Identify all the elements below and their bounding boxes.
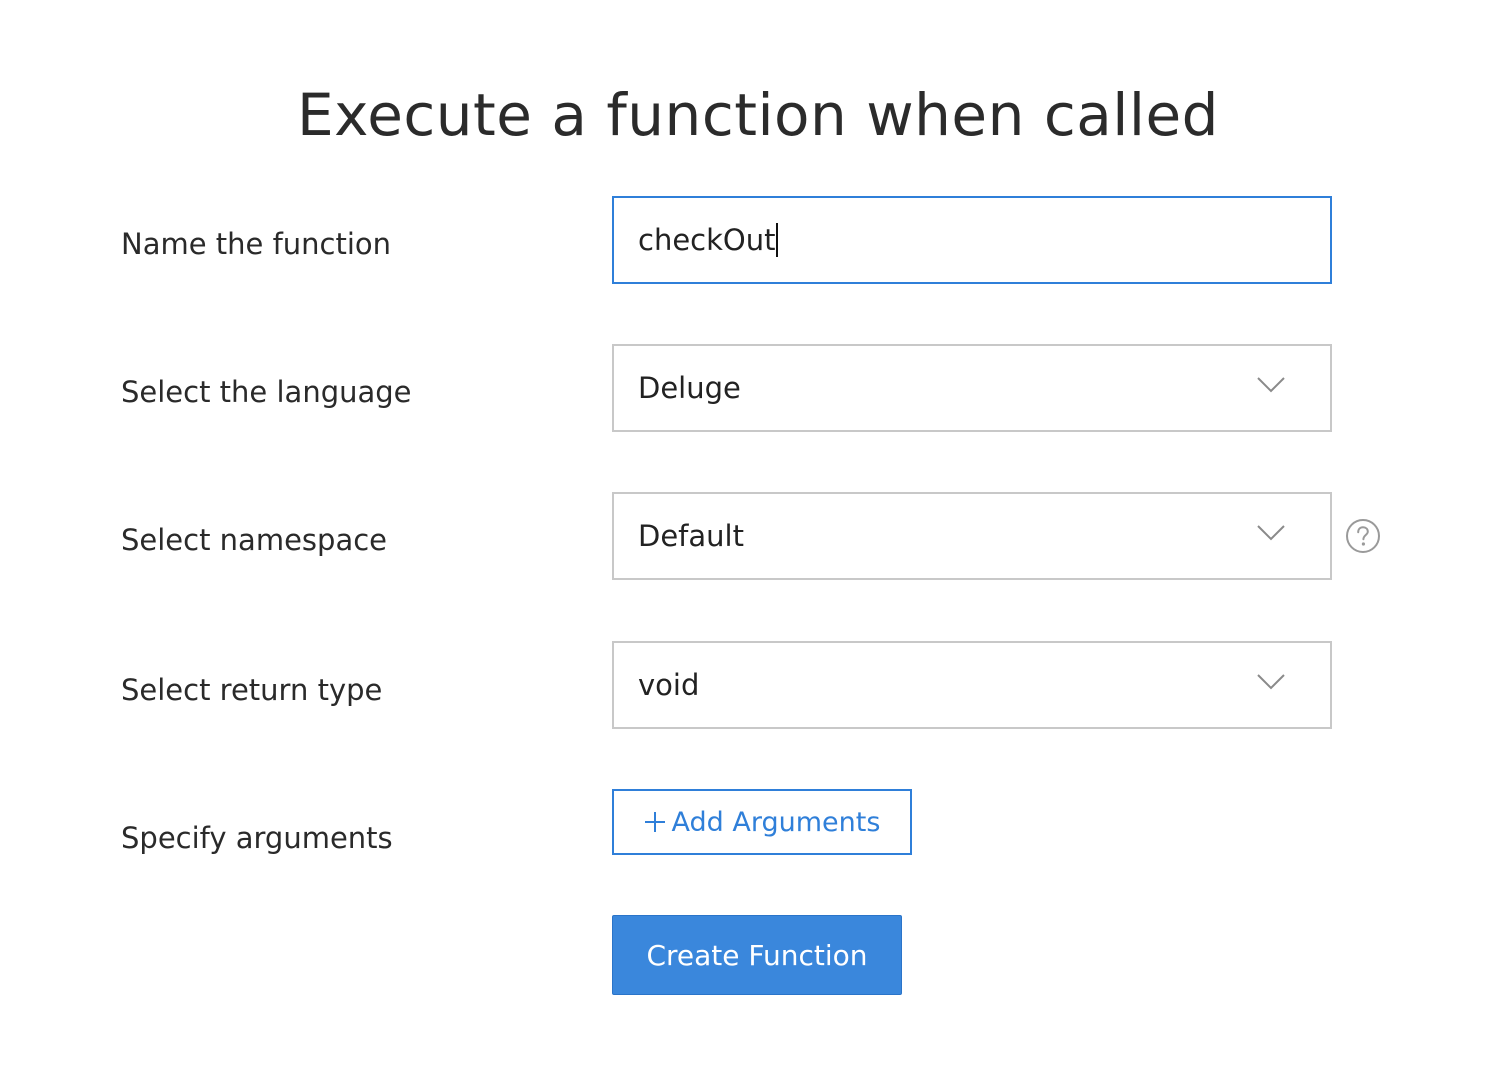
create-function-button[interactable]: Create Function — [612, 915, 902, 995]
chevron-down-icon — [1257, 674, 1285, 690]
namespace-label: Select namespace — [121, 523, 387, 557]
language-select[interactable]: Deluge — [612, 344, 1332, 432]
chevron-down-icon — [1257, 525, 1285, 541]
text-caret — [776, 223, 779, 257]
arguments-label: Specify arguments — [121, 821, 393, 855]
plus-icon — [644, 812, 665, 832]
help-circle-icon[interactable] — [1345, 518, 1381, 554]
language-label: Select the language — [121, 375, 412, 409]
return-type-select[interactable]: void — [612, 641, 1332, 729]
return-type-selected-value: void — [638, 668, 700, 702]
page-title: Execute a function when called — [297, 80, 1219, 149]
return-type-label: Select return type — [121, 673, 383, 707]
chevron-down-icon — [1257, 377, 1285, 393]
create-function-label: Create Function — [646, 938, 868, 972]
namespace-selected-value: Default — [638, 519, 744, 553]
function-name-value: checkOut — [638, 198, 779, 282]
namespace-select[interactable]: Default — [612, 492, 1332, 580]
language-selected-value: Deluge — [638, 371, 741, 405]
name-function-label: Name the function — [121, 227, 392, 261]
add-arguments-label: Add Arguments — [671, 806, 881, 838]
function-name-input[interactable]: checkOut — [612, 196, 1332, 284]
add-arguments-button[interactable]: Add Arguments — [612, 789, 912, 855]
